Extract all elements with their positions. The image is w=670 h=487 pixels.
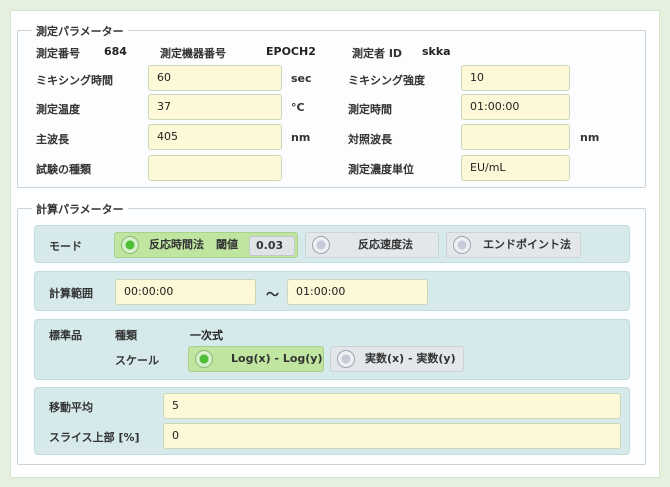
- mode-option-label: 反応時間法: [149, 238, 204, 251]
- mode-option-reaction-rate[interactable]: 反応速度法: [305, 232, 439, 258]
- mode-option-reaction-time[interactable]: 反応時間法 閾値 0.03: [114, 232, 298, 258]
- range-separator: 〜: [266, 288, 280, 303]
- radio-selected-icon: [195, 350, 213, 368]
- type-value: 一次式: [190, 329, 223, 342]
- scale-option-real-real[interactable]: 実数(x) - 実数(y): [330, 346, 464, 372]
- mixing-strength-label: ミキシング強度: [348, 74, 425, 87]
- concentration-unit-field[interactable]: EU/mL: [461, 155, 570, 181]
- radio-unselected-icon: [337, 350, 355, 368]
- range-band: 計算範囲 00:00:00 〜 01:00:00: [34, 271, 630, 311]
- moving-average-label: 移動平均: [49, 401, 93, 414]
- scale-option-log-log[interactable]: Log(x) - Log(y): [188, 346, 324, 372]
- mixing-time-label: ミキシング時間: [36, 74, 113, 87]
- standard-label: 標準品: [49, 329, 82, 342]
- mixing-time-field[interactable]: 60: [148, 65, 282, 91]
- threshold-label: 閾値: [216, 238, 238, 251]
- reference-wavelength-field[interactable]: [461, 124, 570, 150]
- threshold-field[interactable]: 0.03: [249, 236, 295, 256]
- calculation-group-title: 計算パラメーター: [32, 201, 128, 217]
- range-start-field[interactable]: 00:00:00: [115, 279, 256, 305]
- device-value: EPOCH2: [266, 45, 316, 58]
- mode-label: モード: [49, 240, 82, 253]
- measurement-id-value: 684: [104, 45, 127, 58]
- temperature-unit: °C: [291, 101, 305, 114]
- measurement-group-title: 測定パラメーター: [32, 23, 128, 39]
- scale-option-label: 実数(x) - 実数(y): [365, 352, 456, 365]
- range-end-field[interactable]: 01:00:00: [287, 279, 428, 305]
- scale-label: スケール: [115, 354, 159, 367]
- mode-option-endpoint[interactable]: エンドポイント法: [446, 232, 581, 258]
- moving-average-field[interactable]: 5: [163, 393, 621, 419]
- mode-band: モード 反応時間法 閾値 0.03 反応速度法 エンドポイント法: [34, 225, 630, 263]
- calculation-parameters-group: 計算パラメーター モード 反応時間法 閾値 0.03 反応速度法 エンドポイント…: [17, 201, 646, 465]
- temperature-field[interactable]: 37: [148, 94, 282, 120]
- measurement-time-label: 測定時間: [348, 103, 392, 116]
- reference-wavelength-label: 対照波長: [348, 133, 392, 146]
- mixing-time-unit: sec: [291, 72, 312, 85]
- standard-band: 標準品 種類 一次式 スケール Log(x) - Log(y) 実数(x) - …: [34, 319, 630, 380]
- scale-option-label: Log(x) - Log(y): [231, 352, 323, 365]
- range-label: 計算範囲: [49, 287, 93, 300]
- mixing-strength-field[interactable]: 10: [461, 65, 570, 91]
- operator-value: skka: [422, 45, 451, 58]
- mode-option-label: 反応速度法: [358, 238, 413, 251]
- test-type-label: 試験の種類: [36, 163, 91, 176]
- radio-unselected-icon: [312, 236, 330, 254]
- concentration-unit-label: 測定濃度単位: [348, 163, 414, 176]
- measurement-time-field[interactable]: 01:00:00: [461, 94, 570, 120]
- measurement-id-label: 測定番号: [36, 47, 80, 60]
- device-label: 測定機器番号: [160, 47, 226, 60]
- mode-option-label: エンドポイント法: [483, 238, 571, 251]
- radio-unselected-icon: [453, 236, 471, 254]
- main-wavelength-unit: nm: [291, 131, 311, 144]
- temperature-label: 測定温度: [36, 103, 80, 116]
- reference-wavelength-unit: nm: [580, 131, 600, 144]
- radio-selected-icon: [121, 236, 139, 254]
- type-label: 種類: [115, 329, 137, 342]
- main-wavelength-field[interactable]: 405: [148, 124, 282, 150]
- slice-top-label: スライス上部 [%]: [49, 431, 140, 444]
- test-type-field[interactable]: [148, 155, 282, 181]
- main-wavelength-label: 主波長: [36, 133, 69, 146]
- operator-label: 測定者 ID: [352, 47, 403, 60]
- slice-top-field[interactable]: 0: [163, 423, 621, 449]
- smoothing-band: 移動平均 5 スライス上部 [%] 0: [34, 387, 630, 455]
